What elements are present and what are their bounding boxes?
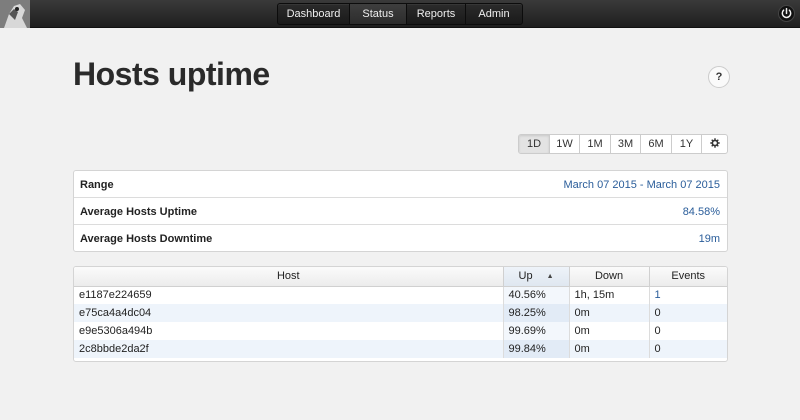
tab-admin[interactable]: Admin xyxy=(466,4,522,24)
column-header-down[interactable]: Down xyxy=(569,267,650,287)
events-cell: 0 xyxy=(649,304,727,322)
up-cell: 40.56% xyxy=(503,286,570,304)
range-1m-button[interactable]: 1M xyxy=(580,135,611,153)
summary-panel: Range March 07 2015 - March 07 2015 Aver… xyxy=(73,170,728,252)
summary-row-average-uptime: Average Hosts Uptime 84.58% xyxy=(74,198,727,225)
top-navbar: Dashboard Status Reports Admin xyxy=(0,0,800,28)
down-cell: 0m xyxy=(569,322,650,340)
help-button[interactable]: ? xyxy=(708,66,730,88)
summary-row-range: Range March 07 2015 - March 07 2015 xyxy=(74,171,727,198)
tab-reports[interactable]: Reports xyxy=(407,4,466,24)
up-cell: 99.69% xyxy=(503,322,570,340)
host-cell: 2c8bbde2da2f xyxy=(74,340,504,358)
range-selector: 1D 1W 1M 3M 6M 1Y xyxy=(518,134,728,154)
column-header-label: Up xyxy=(518,270,533,283)
summary-value: 19m xyxy=(698,233,720,245)
power-icon[interactable] xyxy=(778,5,795,22)
user-avatar-icon[interactable] xyxy=(0,0,30,28)
up-cell: 99.84% xyxy=(503,340,570,358)
table-row[interactable]: 2c8bbde2da2f 99.84% 0m 0 xyxy=(74,340,727,358)
events-link[interactable]: 1 xyxy=(649,286,727,304)
gear-icon xyxy=(709,138,720,148)
table-row[interactable]: e1187e224659 40.56% 1h, 15m 1 xyxy=(74,286,727,304)
host-cell: e75ca4a4dc04 xyxy=(74,304,504,322)
host-cell: e1187e224659 xyxy=(74,286,504,304)
range-1d-button[interactable]: 1D xyxy=(519,135,550,153)
summary-value: March 07 2015 - March 07 2015 xyxy=(563,179,720,191)
table-row[interactable]: e75ca4a4dc04 98.25% 0m 0 xyxy=(74,304,727,322)
summary-value: 84.58% xyxy=(682,206,720,218)
column-header-host[interactable]: Host xyxy=(74,267,504,287)
hosts-table: Host Up ▲ Down Events e1187e224659 40.56%… xyxy=(73,266,728,362)
host-cell: e9e5306a494b xyxy=(74,322,504,340)
up-cell: 98.25% xyxy=(503,304,570,322)
summary-label: Range xyxy=(80,179,114,191)
range-1w-button[interactable]: 1W xyxy=(550,135,580,153)
page-title: Hosts uptime xyxy=(73,56,270,92)
range-settings-button[interactable] xyxy=(702,135,727,153)
column-header-up[interactable]: Up ▲ xyxy=(503,267,570,287)
events-cell: 0 xyxy=(649,340,727,358)
range-3m-button[interactable]: 3M xyxy=(611,135,641,153)
range-1y-button[interactable]: 1Y xyxy=(672,135,702,153)
summary-label: Average Hosts Uptime xyxy=(80,206,197,218)
tab-status[interactable]: Status xyxy=(350,4,407,24)
main-nav: Dashboard Status Reports Admin xyxy=(277,3,523,25)
range-6m-button[interactable]: 6M xyxy=(641,135,672,153)
down-cell: 0m xyxy=(569,304,650,322)
sort-ascending-icon: ▲ xyxy=(546,273,554,281)
summary-row-average-downtime: Average Hosts Downtime 19m xyxy=(74,225,727,252)
column-header-events[interactable]: Events xyxy=(649,267,727,287)
tab-dashboard[interactable]: Dashboard xyxy=(278,4,350,24)
down-cell: 1h, 15m xyxy=(569,286,650,304)
events-cell: 0 xyxy=(654,325,661,337)
down-cell: 0m xyxy=(569,340,650,358)
table-row[interactable]: e9e5306a494b 99.69% 0m 0 xyxy=(74,322,727,340)
summary-label: Average Hosts Downtime xyxy=(80,233,213,245)
